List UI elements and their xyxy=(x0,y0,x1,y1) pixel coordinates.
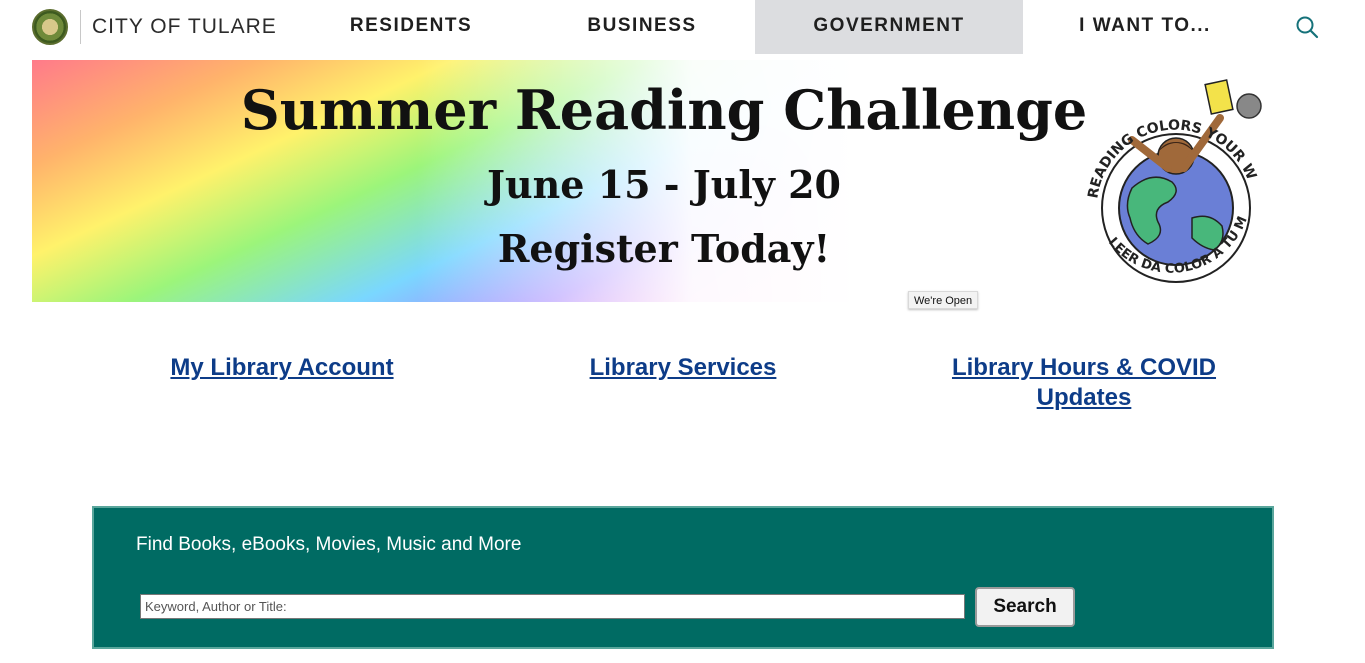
status-tooltip: We're Open xyxy=(908,291,979,309)
search-icon[interactable] xyxy=(1294,14,1320,40)
nav-government[interactable]: GOVERNMENT xyxy=(755,0,1023,54)
library-hours-covid-link[interactable]: Library Hours & COVID Updates xyxy=(934,353,1234,413)
site-brand-name[interactable]: CITY OF TULARE xyxy=(92,15,277,39)
city-seal-logo[interactable] xyxy=(32,9,68,45)
nav-residents[interactable]: RESIDENTS xyxy=(318,0,504,54)
nav-i-want-to[interactable]: I WANT TO... xyxy=(1060,0,1230,54)
nav-business[interactable]: BUSINESS xyxy=(560,0,724,54)
catalog-search-title: Find Books, eBooks, Movies, Music and Mo… xyxy=(136,534,522,555)
catalog-search-input[interactable] xyxy=(140,594,965,619)
catalog-search-button[interactable]: Search xyxy=(975,587,1075,627)
catalog-search-panel: Find Books, eBooks, Movies, Music and Mo… xyxy=(92,506,1274,649)
library-services-link[interactable]: Library Services xyxy=(533,353,833,383)
library-hours-link-line1: Library Hours & COVID xyxy=(951,354,1217,381)
brand-divider xyxy=(80,10,81,44)
banner-cta: Register Today! xyxy=(497,226,831,271)
banner-title: Summer Reading Challenge xyxy=(240,78,1088,142)
my-library-account-link[interactable]: My Library Account xyxy=(132,353,432,383)
banner-dates: June 15 - July 20 xyxy=(487,162,841,207)
site-header: CITY OF TULARE RESIDENTS BUSINESS GOVERN… xyxy=(0,0,1365,54)
reading-colors-globe-logo: READING COLORS YOUR WORLD LEER DA COLOR … xyxy=(1072,68,1262,283)
summer-reading-banner[interactable]: Summer Reading Challenge June 15 - July … xyxy=(32,60,1280,302)
library-hours-link-line2: Updates xyxy=(1036,384,1132,411)
